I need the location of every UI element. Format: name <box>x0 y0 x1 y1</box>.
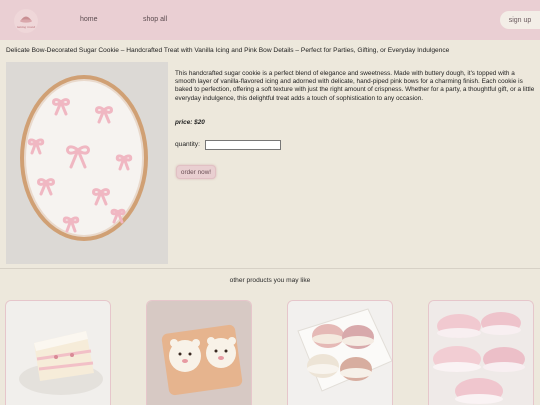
sign-up-button[interactable]: sign up <box>500 11 540 29</box>
logo[interactable]: baking round <box>12 8 40 34</box>
related-product-card-macarons[interactable] <box>428 300 534 405</box>
quantity-input[interactable] <box>205 140 281 150</box>
related-product-card-cake[interactable] <box>5 300 111 405</box>
product-description: This handcrafted sugar cookie is a perfe… <box>175 70 535 102</box>
order-now-button[interactable]: order now! <box>176 165 216 179</box>
related-products-title: other products you may like <box>229 277 311 284</box>
cake-slice-image <box>6 301 110 405</box>
macaron-sandwiches-image <box>288 301 392 405</box>
nav-home-link[interactable]: home <box>80 16 98 23</box>
pink-macarons-image <box>429 301 533 405</box>
product-image <box>6 62 168 264</box>
related-product-card-macaron-sandwiches[interactable] <box>287 300 393 405</box>
related-product-card-bear-buns[interactable] <box>146 300 252 405</box>
site-header: baking round home shop all sign up <box>0 0 540 40</box>
bear-buns-image <box>147 301 251 405</box>
logo-text: baking round <box>17 25 35 29</box>
section-divider <box>0 268 540 269</box>
nav-shop-all-link[interactable]: shop all <box>143 16 167 23</box>
product-price: price: $20 <box>175 119 205 126</box>
product-title: Delicate Bow-Decorated Sugar Cookie – Ha… <box>6 47 450 54</box>
quantity-label: quantity: <box>175 141 200 148</box>
logo-icon: baking round <box>14 9 38 33</box>
